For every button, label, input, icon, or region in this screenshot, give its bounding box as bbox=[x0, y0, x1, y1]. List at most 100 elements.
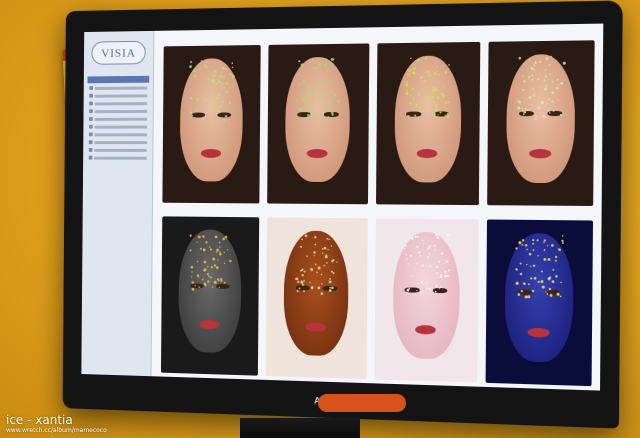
spot-mark bbox=[202, 235, 205, 238]
spot-mark bbox=[301, 238, 304, 241]
spot-mark bbox=[298, 68, 301, 70]
spot-mark bbox=[544, 69, 546, 72]
sidebar-menu-item[interactable] bbox=[88, 131, 147, 137]
spot-mark bbox=[300, 245, 303, 248]
spot-mark bbox=[330, 81, 333, 83]
sidebar-menu-item[interactable] bbox=[89, 100, 148, 106]
spot-mark bbox=[312, 58, 315, 61]
spot-mark bbox=[306, 255, 309, 257]
spot-mark bbox=[537, 78, 539, 81]
spot-mark bbox=[191, 281, 194, 284]
spot-mark bbox=[561, 242, 564, 244]
analysis-tile[interactable] bbox=[265, 209, 368, 380]
sidebar-menu-item[interactable] bbox=[89, 108, 148, 114]
detected-spots-overlay bbox=[404, 57, 450, 121]
spot-mark bbox=[561, 235, 564, 237]
spot-mark bbox=[554, 275, 558, 278]
sidebar-menu-item[interactable] bbox=[89, 85, 148, 91]
spot-mark bbox=[326, 262, 329, 264]
spot-mark bbox=[447, 269, 450, 272]
spot-mark bbox=[532, 92, 534, 95]
spot-mark bbox=[298, 117, 300, 120]
spot-mark bbox=[541, 285, 545, 289]
spot-mark bbox=[215, 266, 219, 270]
watermark-line2: www.wretch.cc/album/mamecoco bbox=[6, 427, 107, 434]
spot-mark bbox=[301, 274, 305, 277]
spot-mark bbox=[531, 242, 534, 245]
spot-mark bbox=[430, 266, 433, 269]
analysis-tile[interactable] bbox=[267, 35, 369, 205]
spot-mark bbox=[531, 289, 535, 293]
spot-mark bbox=[545, 85, 548, 88]
spot-mark bbox=[447, 239, 449, 241]
sidebar-menu-item[interactable] bbox=[88, 155, 147, 161]
spot-mark bbox=[217, 93, 221, 97]
spot-mark bbox=[189, 65, 192, 69]
spot-mark bbox=[314, 251, 317, 255]
menu-item-label bbox=[94, 86, 148, 90]
menu-item-icon bbox=[89, 109, 93, 114]
analysis-tile[interactable] bbox=[485, 211, 594, 387]
analysis-tile[interactable] bbox=[486, 32, 595, 207]
spot-mark bbox=[528, 252, 532, 256]
sidebar-menu-item[interactable] bbox=[88, 139, 147, 145]
menu-item-icon bbox=[88, 140, 93, 145]
spot-mark bbox=[404, 91, 408, 95]
spot-mark bbox=[414, 103, 418, 107]
spot-mark bbox=[221, 83, 224, 86]
sidebar-menu-item[interactable] bbox=[88, 147, 147, 153]
spot-mark bbox=[224, 114, 228, 118]
spot-mark bbox=[528, 96, 532, 99]
spot-mark bbox=[331, 57, 334, 61]
analysis-tile[interactable] bbox=[162, 37, 261, 204]
spot-mark bbox=[216, 248, 219, 252]
menu-item-label bbox=[94, 117, 148, 121]
spot-mark bbox=[542, 114, 546, 118]
analysis-tile[interactable] bbox=[373, 210, 479, 383]
spot-mark bbox=[403, 247, 405, 250]
spot-mark bbox=[533, 276, 537, 280]
spot-mark bbox=[536, 239, 539, 242]
spot-mark bbox=[207, 280, 210, 283]
spot-mark bbox=[203, 282, 207, 286]
spot-mark bbox=[196, 274, 200, 277]
spot-mark bbox=[328, 238, 331, 241]
spot-mark bbox=[548, 64, 551, 66]
spot-mark bbox=[221, 81, 223, 83]
spot-mark bbox=[552, 268, 554, 271]
spot-mark bbox=[415, 289, 418, 292]
analysis-tile[interactable] bbox=[375, 34, 481, 206]
spot-mark bbox=[313, 67, 315, 69]
spot-mark bbox=[406, 263, 409, 265]
analysis-tile[interactable] bbox=[160, 209, 260, 376]
spot-mark bbox=[549, 293, 553, 297]
spot-mark bbox=[549, 73, 551, 75]
spot-mark bbox=[229, 259, 232, 263]
spot-mark bbox=[421, 264, 424, 267]
spot-mark bbox=[521, 88, 525, 92]
spot-mark bbox=[447, 64, 450, 66]
sidebar-menu-item[interactable] bbox=[89, 92, 148, 98]
spot-mark bbox=[189, 96, 193, 100]
spot-mark bbox=[218, 252, 222, 256]
sidebar-menu-item[interactable] bbox=[88, 124, 147, 130]
spot-mark bbox=[532, 95, 535, 97]
sidebar: VISIA bbox=[81, 30, 155, 377]
spot-mark bbox=[428, 287, 431, 291]
spot-mark bbox=[434, 104, 438, 107]
spot-mark bbox=[323, 100, 326, 103]
spot-mark bbox=[405, 258, 407, 261]
spot-mark bbox=[193, 69, 196, 73]
spot-mark bbox=[403, 239, 406, 243]
spot-mark bbox=[527, 76, 530, 79]
spot-mark bbox=[219, 251, 221, 253]
spot-mark bbox=[433, 100, 435, 102]
spot-mark bbox=[517, 293, 521, 296]
mouth-shape bbox=[199, 319, 220, 330]
spot-mark bbox=[337, 99, 340, 103]
spot-mark bbox=[317, 271, 319, 274]
spot-mark bbox=[447, 101, 450, 104]
monitor-screen: VISIA bbox=[81, 23, 604, 391]
spot-mark bbox=[413, 114, 416, 117]
sidebar-menu-item[interactable] bbox=[89, 116, 148, 122]
